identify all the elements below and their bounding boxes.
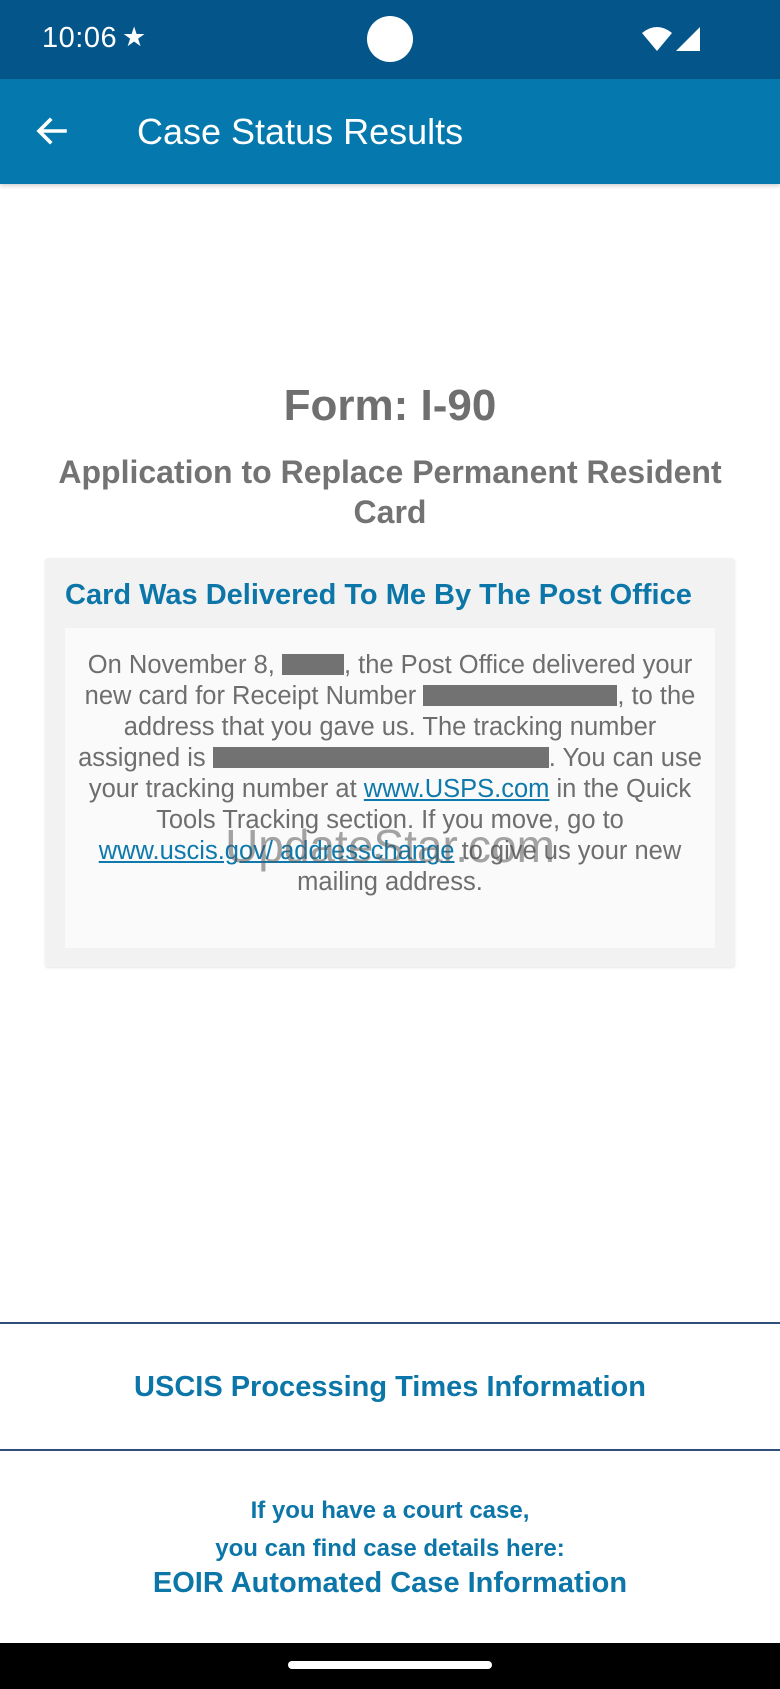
court-case-text: If you have a court case,: [250, 1497, 530, 1524]
signal-icon: [676, 27, 700, 51]
case-status-heading: Card Was Delivered To Me By The Post Off…: [65, 579, 692, 611]
back-button[interactable]: [22, 101, 82, 161]
star-icon: ★: [122, 22, 147, 52]
court-case-text: you can find case details here:: [215, 1535, 565, 1562]
arrow-left-icon: [36, 117, 67, 145]
case-status-description: On November 8, , the Post Office deliver…: [75, 650, 705, 898]
page-title: Case Status Results: [137, 111, 464, 152]
eoir-case-info-link[interactable]: EOIR Automated Case Information: [0, 1564, 780, 1602]
form-title: Form: I-90: [283, 381, 497, 430]
divider: [0, 1322, 780, 1324]
divider: [0, 1449, 780, 1451]
status-bar: 10:06 ★: [0, 0, 780, 79]
navigation-bar: [0, 1643, 780, 1689]
uscis-address-change-link[interactable]: www.uscis.gov/ addresschange: [99, 837, 455, 865]
wifi-icon: [642, 27, 672, 51]
app-bar: Case Status Results: [0, 79, 780, 184]
home-gesture-bar[interactable]: [288, 1661, 492, 1669]
status-time: 10:06: [42, 22, 118, 54]
case-status-card: Card Was Delivered To Me By The Post Off…: [45, 558, 735, 967]
redacted-year: [281, 654, 344, 675]
form-subtitle: Application to Replace Permanent Residen…: [58, 454, 722, 530]
redacted-receipt-number: [423, 685, 618, 706]
processing-times-link[interactable]: USCIS Processing Times Information: [0, 1368, 780, 1406]
usps-link[interactable]: www.USPS.com: [364, 775, 550, 803]
case-status-body-panel: On November 8, , the Post Office deliver…: [65, 628, 715, 948]
status-text: On November 8,: [87, 651, 275, 679]
camera-cutout: [367, 16, 413, 62]
redacted-tracking-number: [212, 747, 549, 768]
